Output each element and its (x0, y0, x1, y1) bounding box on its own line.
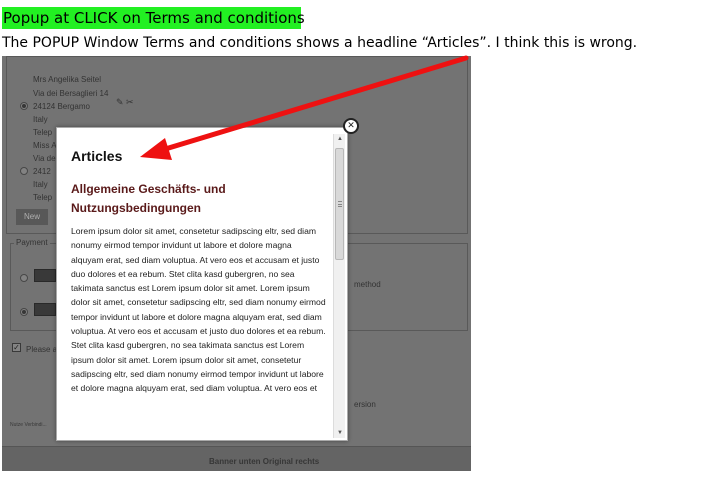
scroll-up-icon[interactable]: ▲ (334, 134, 346, 144)
popup-content: Articles Allgemeine Geschäfts- und Nutzu… (71, 142, 326, 438)
close-circle-icon[interactable]: ✕ (343, 118, 359, 134)
highlight-title: Popup at CLICK on Terms and conditions (2, 7, 305, 29)
description-text: The POPUP Window Terms and conditions sh… (2, 35, 638, 51)
scroll-thumb[interactable] (335, 148, 344, 260)
popup-subheading: Allgemeine Geschäfts- und Nutzungsbeding… (71, 182, 226, 215)
terms-popup: Articles Allgemeine Geschäfts- und Nutzu… (56, 127, 348, 441)
grip-icon (338, 201, 342, 207)
close-icon: ✕ (347, 120, 355, 131)
scroll-down-icon[interactable]: ▼ (334, 428, 346, 438)
popup-heading: Articles (71, 148, 123, 164)
popup-scrollbar[interactable]: ▲ ▼ (333, 134, 345, 438)
popup-body-text: Lorem ipsum dolor sit amet, consetetur s… (71, 226, 326, 394)
